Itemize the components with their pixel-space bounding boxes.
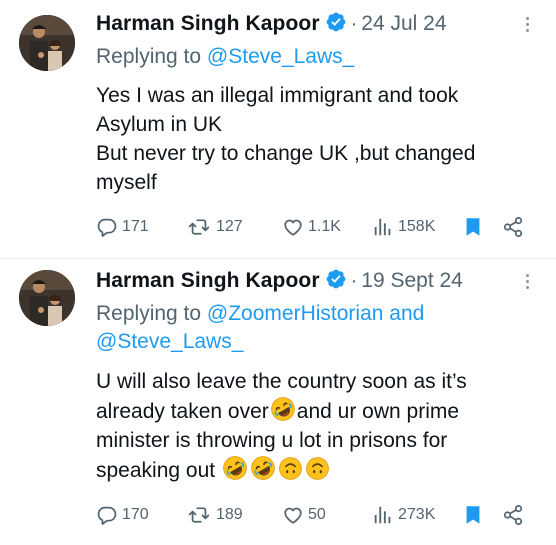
like-button[interactable]: 1.1K [282, 213, 341, 241]
retweet-button[interactable]: 189 [186, 501, 243, 529]
tweet-line-with-emoji: speaking out [96, 455, 467, 485]
bookmark-button[interactable] [462, 501, 484, 529]
replying-to: Replying to @Steve_Laws_ [96, 43, 354, 71]
rolling-laughing-emoji [250, 455, 276, 481]
tweet-line: But never try to change UK ,but changed [96, 142, 476, 165]
tweet-line: U will also leave the country soon as it… [96, 370, 467, 393]
upside-down-face-emoji [305, 456, 330, 481]
views-chart-icon [372, 504, 394, 526]
tweet-line: Yes I was an illegal immigrant and took [96, 84, 459, 107]
tweet[interactable]: Harman Singh Kapoor · 24 Jul 24 Replying t… [0, 0, 556, 258]
replying-to-label: Replying to [96, 45, 202, 68]
mention-link[interactable]: @Steve_Laws_ [207, 45, 354, 68]
tweet-header: Harman Singh Kapoor · 24 Jul 24 [96, 11, 447, 41]
tweet-line: Asylum in UK [96, 113, 223, 136]
reply-count: 171 [122, 218, 149, 235]
share-button[interactable] [502, 501, 524, 529]
tweet-line-part: already taken over [96, 400, 269, 423]
avatar[interactable] [19, 270, 75, 326]
rolling-laughing-emoji [270, 396, 296, 422]
mention-link[interactable]: @Steve_Laws_ [96, 328, 424, 356]
reply-count: 170 [122, 506, 149, 523]
views-count: 273K [398, 506, 436, 523]
avatar[interactable] [19, 15, 75, 71]
more-dots-icon[interactable] [526, 274, 530, 292]
tweet-text: U will also leave the country soon as it… [96, 367, 467, 485]
tweet-text: Yes I was an illegal immigrant and took … [96, 81, 475, 197]
reply-button[interactable]: 170 [96, 501, 149, 529]
reply-icon [96, 504, 118, 526]
author-name[interactable]: Harman Singh Kapoor [96, 12, 320, 35]
tweet-line: myself [96, 171, 157, 194]
views-chart-icon [372, 216, 394, 238]
reply-button[interactable]: 171 [96, 213, 149, 241]
tweet-line: minister is throwing u lot in prisons fo… [96, 429, 448, 452]
upside-down-face-emoji [278, 456, 303, 481]
action-bar: 170 189 50 273K [96, 501, 536, 529]
share-icon [502, 504, 524, 526]
views-button[interactable]: 158K [372, 213, 435, 241]
tweet-date[interactable]: 19 Sept 24 [361, 269, 463, 292]
like-button[interactable]: 50 [282, 501, 326, 529]
share-icon [502, 216, 524, 238]
bookmark-icon [462, 503, 484, 527]
tweet-header: Harman Singh Kapoor · 19 Sept 24 [96, 268, 463, 298]
action-bar: 171 127 1.1K 158K [96, 213, 536, 241]
verified-badge-icon [325, 268, 347, 290]
share-button[interactable] [502, 213, 524, 241]
tweet-line-part: and ur own prime [296, 400, 460, 423]
retweet-count: 127 [216, 218, 243, 235]
like-count: 50 [308, 506, 326, 523]
retweet-count: 189 [216, 506, 243, 523]
bookmark-button[interactable] [462, 213, 484, 241]
retweet-icon [186, 216, 212, 238]
retweet-icon [186, 504, 212, 526]
bookmark-icon [462, 215, 484, 239]
verified-badge-icon [325, 11, 347, 33]
tweet-line-with-emoji: already taken over and ur own prime [96, 396, 467, 426]
tweet-line-part: speaking out [96, 459, 216, 482]
tweet-date[interactable]: 24 Jul 24 [361, 12, 446, 35]
replying-to: Replying to @ZoomerHistorian and @Steve_… [96, 300, 424, 356]
like-count: 1.1K [308, 218, 341, 235]
tweet[interactable]: Harman Singh Kapoor · 19 Sept 24 Replying … [0, 259, 556, 545]
views-button[interactable]: 273K [372, 501, 435, 529]
heart-icon [282, 504, 304, 526]
views-count: 158K [398, 218, 436, 235]
separator-dot: · [350, 270, 358, 292]
more-dots-icon[interactable] [526, 17, 530, 35]
separator-dot: · [350, 13, 358, 35]
rolling-laughing-emoji [222, 455, 248, 481]
author-name[interactable]: Harman Singh Kapoor [96, 269, 320, 292]
retweet-button[interactable]: 127 [186, 213, 243, 241]
reply-icon [96, 216, 118, 238]
replying-to-label: Replying to [96, 302, 202, 325]
mention-link[interactable]: @ZoomerHistorian and [207, 302, 424, 325]
heart-icon [282, 216, 304, 238]
